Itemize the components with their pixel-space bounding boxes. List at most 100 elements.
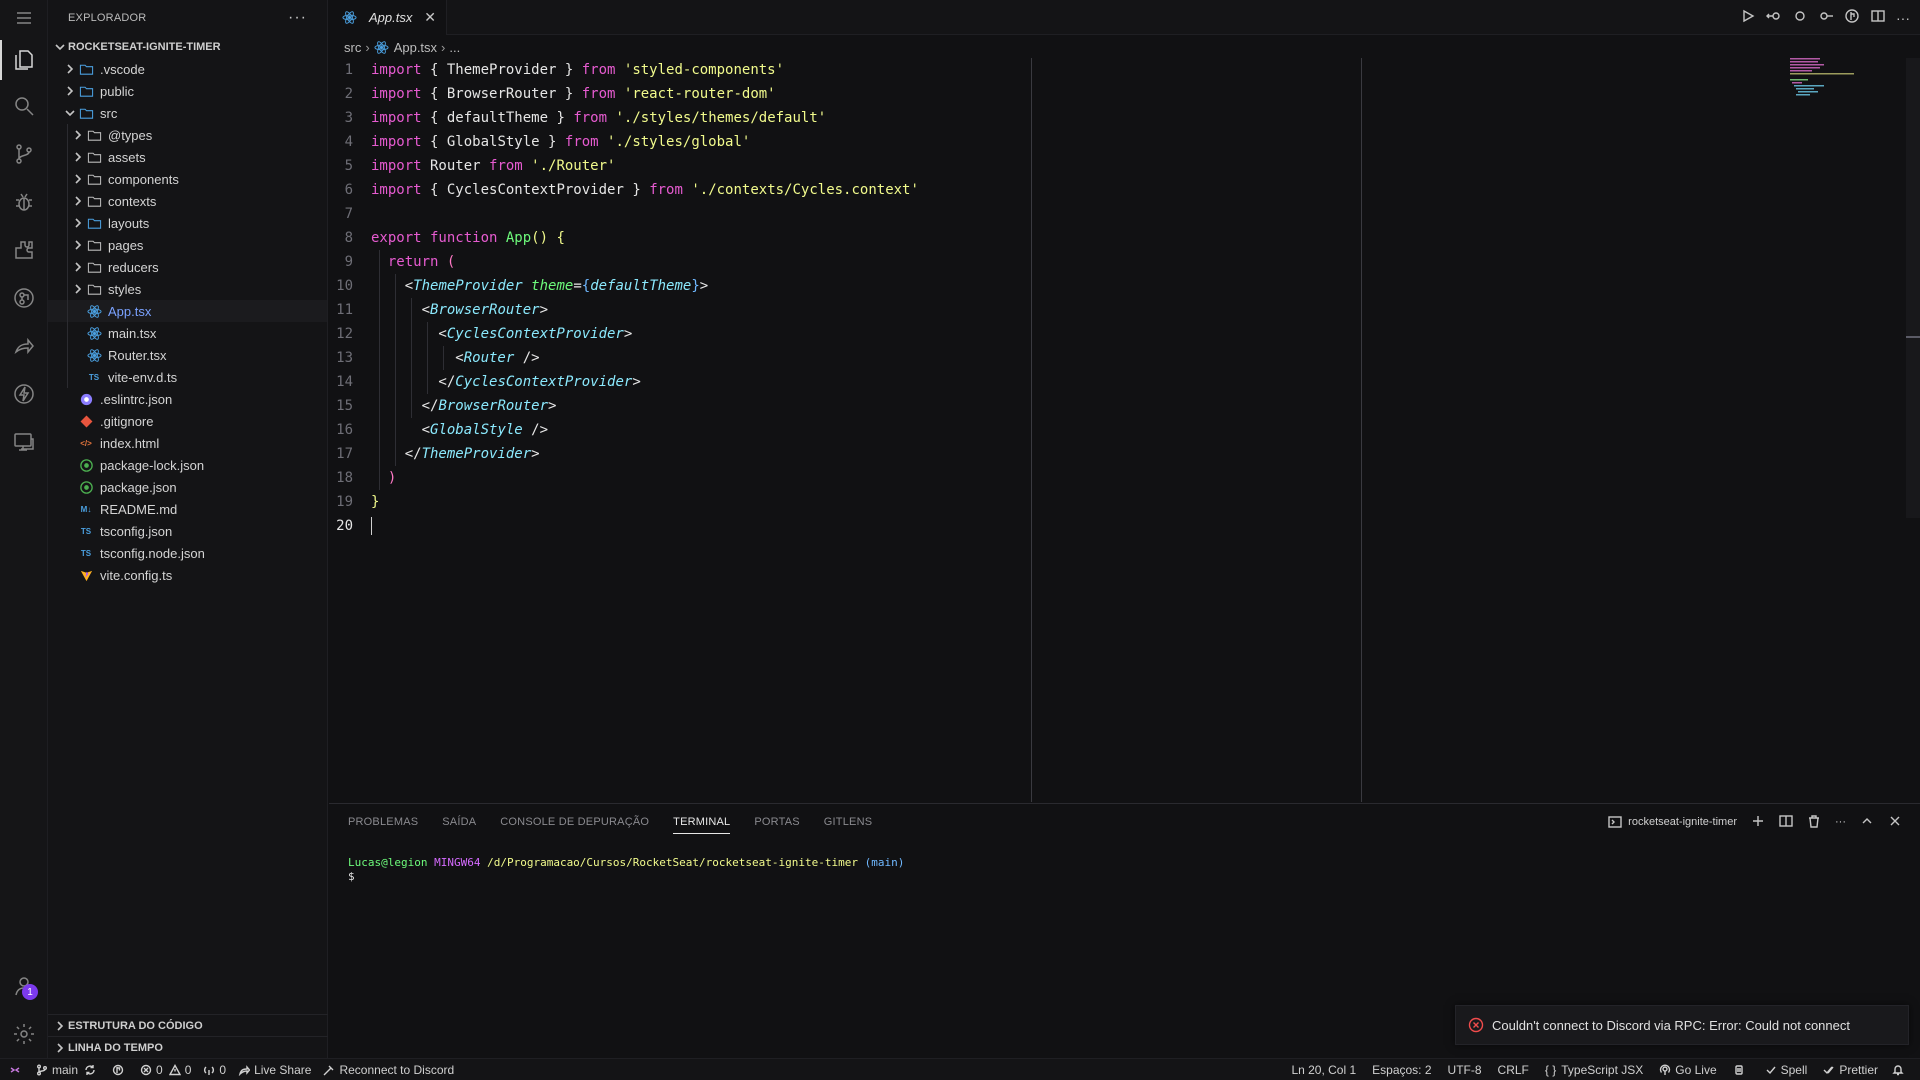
line-number: 9 — [344, 254, 353, 270]
minimap[interactable] — [1790, 56, 1860, 96]
split-editor-icon[interactable] — [1870, 8, 1886, 27]
trash-icon[interactable] — [1807, 814, 1821, 831]
source-control-icon[interactable] — [12, 142, 36, 166]
breadcrumb-folder[interactable]: src — [344, 40, 361, 55]
tree-file[interactable]: TS tsconfig.node.json — [48, 542, 327, 564]
gitlens-compare-icon[interactable] — [1792, 8, 1808, 27]
breadcrumb-file[interactable]: App.tsx — [394, 40, 437, 55]
tree-folder[interactable]: components — [48, 168, 327, 190]
tree-file[interactable]: .eslintrc.json — [48, 388, 327, 410]
tree-file[interactable]: .gitignore — [48, 410, 327, 432]
close-panel-icon[interactable] — [1888, 814, 1902, 831]
panel-tab[interactable]: SAÍDA — [442, 804, 476, 840]
discord-reconnect-button[interactable]: Reconnect to Discord — [317, 1059, 460, 1080]
tree-folder[interactable]: pages — [48, 234, 327, 256]
go-back-icon[interactable] — [1766, 8, 1782, 27]
ports-indicator[interactable]: 0 — [197, 1059, 232, 1080]
tree-folder[interactable]: public — [48, 80, 327, 102]
gitlens-blame-icon[interactable] — [1844, 8, 1860, 27]
gitlens-icon[interactable] — [12, 286, 36, 310]
maximize-panel-icon[interactable] — [1860, 814, 1874, 831]
tab-app-tsx[interactable]: App.tsx ✕ — [329, 0, 447, 36]
indentation[interactable]: Espaços: 2 — [1364, 1059, 1439, 1080]
tree-item-label: assets — [108, 149, 146, 165]
panel-tab[interactable]: TERMINAL — [673, 804, 731, 840]
search-icon[interactable] — [12, 94, 36, 118]
live-share-icon[interactable] — [12, 334, 36, 358]
more-actions-icon[interactable]: ··· — [1835, 816, 1846, 828]
prettier-button[interactable]: Prettier — [1815, 1059, 1886, 1080]
indent-guide — [67, 344, 68, 366]
code-editor[interactable]: 1 import { ThemeProvider } from 'styled-c… — [329, 58, 1920, 802]
more-actions-icon[interactable]: ··· — [1896, 10, 1910, 26]
terminal-prompt: $ — [348, 870, 355, 883]
terminal-selector[interactable]: rocketseat-ignite-timer — [1608, 815, 1737, 829]
project-root[interactable]: ROCKETSEAT-IGNITE-TIMER — [48, 36, 327, 58]
tree-folder[interactable]: styles — [48, 278, 327, 300]
tree-file[interactable]: Router.tsx — [48, 344, 327, 366]
language-mode[interactable]: { } TypeScript JSX — [1537, 1059, 1651, 1080]
tree-folder[interactable]: layouts — [48, 212, 327, 234]
settings-gear-icon[interactable] — [12, 1022, 36, 1046]
tree-folder[interactable]: @types — [48, 124, 327, 146]
debug-icon[interactable] — [12, 190, 36, 214]
panel-tab[interactable]: GITLENS — [824, 804, 872, 840]
more-actions-icon[interactable]: ··· — [288, 9, 307, 27]
braces-icon: { } — [1544, 1062, 1557, 1077]
terminal-output[interactable]: Lucas@legion MINGW64 /d/Programacao/Curs… — [348, 856, 904, 884]
menu-icon[interactable] — [12, 8, 36, 28]
thunder-client-icon[interactable] — [12, 382, 36, 406]
npm-icon — [78, 457, 94, 473]
tree-file[interactable]: </> index.html — [48, 432, 327, 454]
split-terminal-icon[interactable] — [1779, 814, 1793, 831]
encoding[interactable]: UTF-8 — [1440, 1059, 1490, 1080]
tree-file[interactable]: main.tsx — [48, 322, 327, 344]
problems-indicator[interactable]: 0 0 — [134, 1059, 197, 1080]
close-icon[interactable]: ✕ — [424, 9, 436, 26]
breadcrumb-more[interactable]: ... — [449, 40, 460, 55]
tree-folder[interactable]: src — [48, 102, 327, 124]
tree-folder[interactable]: .vscode — [48, 58, 327, 80]
tree-folder[interactable]: assets — [48, 146, 327, 168]
chevron-right-icon — [70, 283, 86, 295]
timeline-section[interactable]: LINHA DO TEMPO — [48, 1036, 328, 1058]
line-number: 4 — [344, 134, 353, 150]
panel-tab[interactable]: PORTAS — [754, 804, 799, 840]
remote-indicator-icon[interactable] — [0, 1059, 30, 1080]
new-terminal-icon[interactable] — [1751, 814, 1765, 831]
indent-guide — [427, 322, 428, 394]
tree-file[interactable]: TS vite-env.d.ts — [48, 366, 327, 388]
panel-tab[interactable]: PROBLEMAS — [348, 804, 418, 840]
explorer-icon[interactable] — [12, 48, 36, 72]
end-of-line[interactable]: CRLF — [1490, 1059, 1537, 1080]
notification-toast[interactable]: Couldn't connect to Discord via RPC: Err… — [1455, 1005, 1909, 1045]
notifications-icon[interactable] — [1725, 1059, 1757, 1080]
outline-section[interactable]: ESTRUTURA DO CÓDIGO — [48, 1014, 328, 1036]
spell-check-button[interactable]: Spell — [1757, 1059, 1816, 1080]
sync-icon[interactable] — [84, 1064, 96, 1076]
tree-folder[interactable]: reducers — [48, 256, 327, 278]
tree-file[interactable]: package.json — [48, 476, 327, 498]
extensions-icon[interactable] — [12, 238, 36, 262]
tree-item-label: App.tsx — [108, 303, 152, 319]
editor-scrollbar[interactable] — [1906, 58, 1920, 518]
tree-file[interactable]: M↓ README.md — [48, 498, 327, 520]
tree-file[interactable]: App.tsx — [48, 300, 327, 322]
tree-file[interactable]: vite.config.ts — [48, 564, 327, 586]
panel-tab[interactable]: CONSOLE DE DEPURAÇÃO — [500, 804, 649, 840]
go-forward-icon[interactable] — [1818, 8, 1834, 27]
line-number: 8 — [344, 230, 353, 246]
branch-indicator[interactable]: main — [30, 1059, 106, 1080]
tree-file[interactable]: TS tsconfig.json — [48, 520, 327, 542]
live-share-button[interactable]: Live Share — [232, 1059, 317, 1080]
tree-file[interactable]: package-lock.json — [48, 454, 327, 476]
run-icon[interactable] — [1740, 8, 1756, 27]
html-icon: </> — [80, 438, 92, 448]
cursor-position[interactable]: Ln 20, Col 1 — [1283, 1059, 1364, 1080]
code-line: 4 import { GlobalStyle } from './styles/g… — [329, 130, 1920, 154]
remote-explorer-icon[interactable] — [12, 430, 36, 454]
go-live-button[interactable]: Go Live — [1651, 1059, 1724, 1080]
gitlens-status-icon[interactable] — [106, 1059, 134, 1080]
tree-folder[interactable]: contexts — [48, 190, 327, 212]
bell-icon[interactable] — [1886, 1059, 1920, 1080]
